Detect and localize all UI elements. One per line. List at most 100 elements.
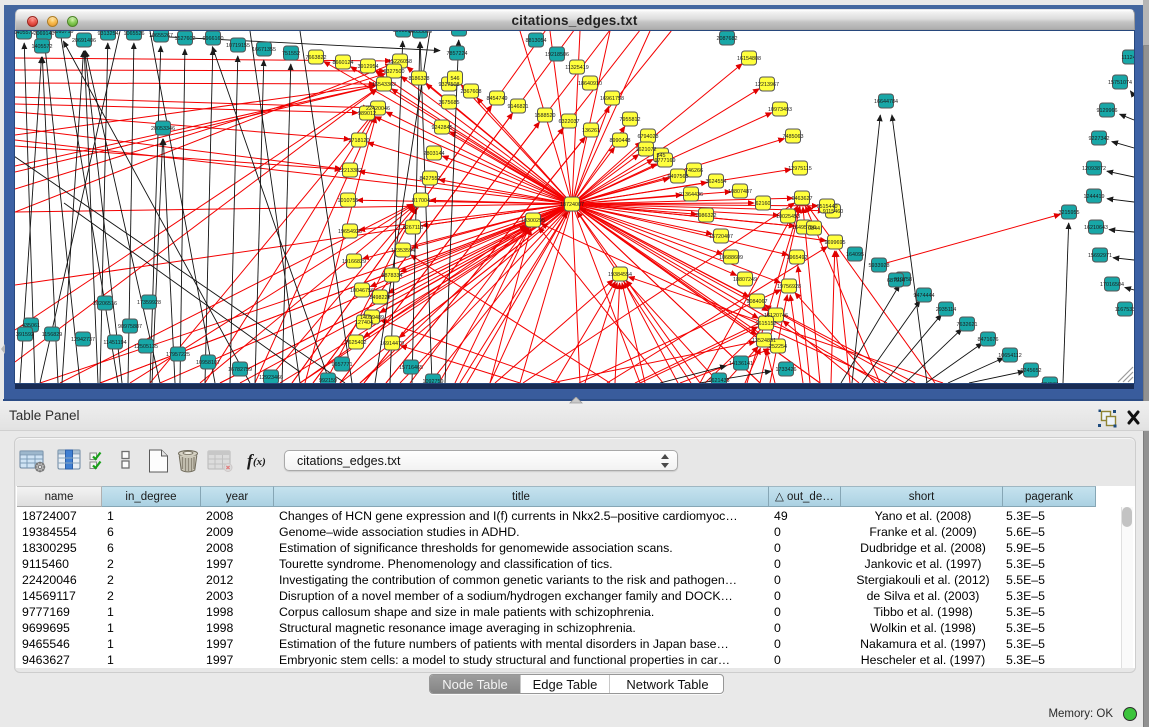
svg-text:20053346: 20053346 [151, 126, 175, 132]
svg-text:8186328: 8186328 [409, 76, 430, 82]
svg-text:15720407: 15720407 [709, 234, 733, 240]
svg-text:17957225: 17957225 [166, 352, 190, 358]
svg-text:2718120: 2718120 [349, 138, 370, 144]
svg-text:10025453: 10025453 [776, 214, 800, 220]
svg-text:992159: 992159 [319, 378, 337, 383]
svg-text:16120746: 16120746 [764, 313, 788, 319]
svg-text:1621072: 1621072 [636, 147, 657, 153]
svg-text:10973493: 10973493 [768, 107, 792, 113]
svg-text:7632621: 7632621 [957, 322, 978, 328]
svg-text:5933928: 5933928 [869, 263, 890, 269]
svg-text:252254: 252254 [769, 344, 787, 350]
svg-text:1405572: 1405572 [32, 44, 53, 50]
svg-text:62160: 62160 [756, 201, 771, 207]
svg-text:3624554: 3624554 [706, 179, 727, 185]
svg-text:2367608: 2367608 [461, 89, 482, 95]
svg-text:9245652: 9245652 [1021, 368, 1042, 374]
svg-text:1405572: 1405572 [15, 31, 35, 36]
svg-text:19166829: 19166829 [342, 259, 366, 265]
svg-text:9699695: 9699695 [825, 240, 846, 246]
svg-text:1965492: 1965492 [787, 255, 808, 261]
svg-text:9621435: 9621435 [709, 378, 730, 383]
svg-text:12213382: 12213382 [338, 168, 362, 174]
svg-text:6322037: 6322037 [559, 119, 580, 125]
svg-text:9777169: 9777169 [655, 158, 676, 164]
svg-text:9327500: 9327500 [384, 69, 405, 75]
svg-text:3215955: 3215955 [1059, 210, 1080, 216]
svg-text:1093719: 1093719 [53, 31, 74, 35]
svg-text:10655267: 10655267 [149, 33, 173, 39]
svg-text:1092759: 1092759 [423, 379, 444, 383]
svg-text:16644784: 16644784 [874, 99, 898, 105]
svg-text:17016504: 17016504 [1100, 282, 1124, 288]
svg-text:1615152: 1615152 [756, 321, 777, 327]
svg-text:7986322: 7986322 [696, 213, 717, 219]
svg-text:21364436: 21364436 [679, 192, 703, 198]
svg-text:1588520: 1588520 [535, 113, 556, 119]
svg-text:2087682: 2087682 [717, 36, 738, 42]
svg-text:16033809: 16033809 [408, 31, 432, 35]
svg-text:7955812: 7955812 [620, 117, 641, 123]
svg-text:9474444: 9474444 [914, 293, 935, 299]
svg-text:16154808: 16154808 [737, 56, 761, 62]
svg-text:687914: 687914 [887, 278, 905, 284]
svg-text:435061: 435061 [22, 323, 40, 329]
svg-text:136261: 136261 [582, 128, 600, 134]
svg-text:9313254: 9313254 [98, 31, 119, 37]
svg-text:16782759: 16782759 [228, 367, 252, 373]
svg-text:15751074: 15751074 [1108, 80, 1132, 86]
svg-text:9146821: 9146821 [508, 104, 529, 110]
svg-text:1244419: 1244419 [1084, 194, 1105, 200]
svg-text:18300295: 18300295 [521, 218, 545, 224]
svg-text:8878334: 8878334 [382, 273, 403, 279]
svg-text:7485063: 7485063 [783, 134, 804, 140]
svg-text:1527602: 1527602 [175, 36, 196, 42]
svg-text:(x): (x) [253, 456, 266, 468]
svg-text:817004: 817004 [412, 198, 430, 204]
svg-text:18640910: 18640910 [578, 81, 602, 87]
svg-text:1167533: 1167533 [1115, 307, 1134, 313]
svg-text:16210643: 16210643 [1084, 225, 1108, 231]
svg-text:546: 546 [451, 76, 460, 82]
svg-text:19384554: 19384554 [608, 272, 632, 278]
svg-text:8427552: 8427552 [420, 176, 441, 182]
svg-text:3675685: 3675685 [439, 100, 460, 106]
svg-text:1156829: 1156829 [42, 332, 63, 338]
svg-text:9657771: 9657771 [332, 362, 353, 368]
svg-text:7857224: 7857224 [447, 51, 468, 57]
svg-text:10807487: 10807487 [728, 189, 752, 195]
svg-text:6966160: 6966160 [203, 36, 224, 42]
svg-text:391592: 391592 [16, 332, 34, 338]
svg-text:12353594: 12353594 [391, 248, 415, 254]
svg-text:9463627: 9463627 [792, 196, 813, 202]
svg-text:3498222: 3498222 [370, 295, 391, 301]
svg-text:989012: 989012 [358, 111, 376, 117]
svg-text:16961758: 16961758 [600, 96, 624, 102]
svg-text:10719155: 10719155 [226, 43, 250, 49]
svg-text:9844: 9844 [808, 226, 820, 232]
svg-text:12505135: 12505135 [134, 344, 158, 350]
svg-text:10958107: 10958107 [196, 360, 220, 366]
svg-text:8990448: 8990448 [610, 138, 631, 144]
svg-text:924501: 924501 [1041, 382, 1059, 383]
svg-text:111243: 111243 [1121, 55, 1134, 61]
svg-text:18807249: 18807249 [733, 277, 757, 283]
svg-text:8660124: 8660124 [333, 60, 354, 66]
svg-text:17359928: 17359928 [137, 300, 161, 306]
svg-text:8267110: 8267110 [403, 225, 424, 231]
svg-text:2935114: 2935114 [936, 307, 957, 313]
svg-text:12923466: 12923466 [259, 375, 283, 381]
svg-text:2803144: 2803144 [424, 151, 445, 157]
svg-text:3912954: 3912954 [358, 64, 379, 70]
svg-text:6794028: 6794028 [638, 134, 659, 140]
svg-text:7625402: 7625402 [346, 340, 367, 346]
svg-text:1065526: 1065526 [124, 31, 145, 37]
svg-text:90975887: 90975887 [118, 324, 142, 330]
svg-text:20691406: 20691406 [72, 38, 96, 44]
svg-text:11325419: 11325419 [565, 65, 589, 71]
svg-text:9084067: 9084067 [747, 299, 768, 305]
svg-text:1733426: 1733426 [776, 367, 797, 373]
svg-text:8813054: 8813054 [526, 38, 547, 44]
svg-text:12942737: 12942737 [71, 337, 95, 343]
svg-text:20206516: 20206516 [93, 301, 117, 307]
